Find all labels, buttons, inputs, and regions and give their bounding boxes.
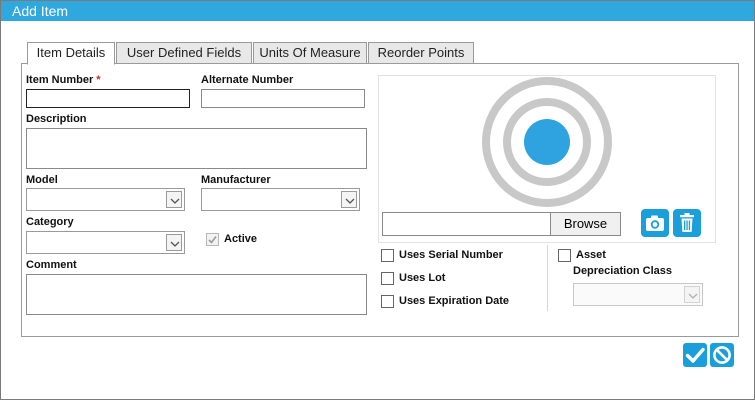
- alternate-number-input[interactable]: [201, 89, 365, 108]
- item-number-label: Item Number *: [26, 74, 101, 86]
- uses-lot-label: Uses Lot: [399, 272, 446, 284]
- description-textarea[interactable]: [26, 128, 367, 169]
- camera-icon: [646, 215, 664, 231]
- browse-button[interactable]: Browse: [550, 212, 621, 236]
- save-button[interactable]: [683, 343, 707, 367]
- trash-icon: [680, 213, 694, 232]
- checkmark-icon: [685, 347, 705, 363]
- required-marker: *: [96, 74, 101, 86]
- model-select[interactable]: [26, 188, 185, 211]
- category-dropdown-button[interactable]: [166, 234, 182, 251]
- manufacturer-dropdown-button[interactable]: [341, 191, 357, 208]
- depreciation-class-dropdown-button[interactable]: [684, 286, 700, 303]
- tab-reorder-points[interactable]: Reorder Points: [368, 42, 474, 64]
- chevron-down-icon: [345, 198, 355, 204]
- active-checkbox[interactable]: [206, 233, 219, 246]
- item-number-input[interactable]: [26, 89, 190, 108]
- category-label: Category: [26, 216, 74, 228]
- chevron-down-icon: [688, 293, 698, 299]
- image-path-input[interactable]: [382, 212, 551, 236]
- asset-label: Asset: [576, 249, 606, 261]
- depreciation-class-select[interactable]: [573, 283, 703, 306]
- description-label: Description: [26, 113, 87, 125]
- tab-user-defined-fields[interactable]: User Defined Fields: [116, 42, 252, 64]
- manufacturer-label: Manufacturer: [201, 174, 271, 186]
- tab-item-details[interactable]: Item Details: [27, 42, 115, 65]
- category-select[interactable]: [26, 231, 185, 254]
- chevron-down-icon: [170, 198, 180, 204]
- uses-expiration-date-checkbox[interactable]: [381, 295, 394, 308]
- cancel-button[interactable]: [710, 343, 734, 367]
- comment-label: Comment: [26, 259, 77, 271]
- checkmark-icon: [208, 236, 217, 244]
- asset-checkbox[interactable]: [558, 249, 571, 262]
- depreciation-class-label: Depreciation Class: [573, 265, 673, 277]
- active-label: Active: [224, 233, 258, 245]
- camera-button[interactable]: [641, 209, 669, 237]
- uses-expiration-date-label: Uses Expiration Date: [399, 295, 510, 307]
- alternate-number-label: Alternate Number: [201, 74, 294, 86]
- uses-serial-number-checkbox[interactable]: [381, 249, 394, 262]
- chevron-down-icon: [170, 241, 180, 247]
- dialog-title: Add Item: [1, 1, 754, 21]
- model-label: Model: [26, 174, 58, 186]
- tab-units-of-measure[interactable]: Units Of Measure: [253, 42, 367, 64]
- manufacturer-select[interactable]: [201, 188, 360, 211]
- comment-textarea[interactable]: [26, 274, 367, 315]
- options-divider: [547, 245, 548, 311]
- uses-lot-checkbox[interactable]: [381, 272, 394, 285]
- delete-image-button[interactable]: [673, 209, 701, 237]
- model-dropdown-button[interactable]: [166, 191, 182, 208]
- uses-serial-number-label: Uses Serial Number: [399, 249, 503, 261]
- add-item-dialog: Add Item Item Details User Defined Field…: [0, 0, 755, 400]
- cancel-icon: [713, 346, 731, 364]
